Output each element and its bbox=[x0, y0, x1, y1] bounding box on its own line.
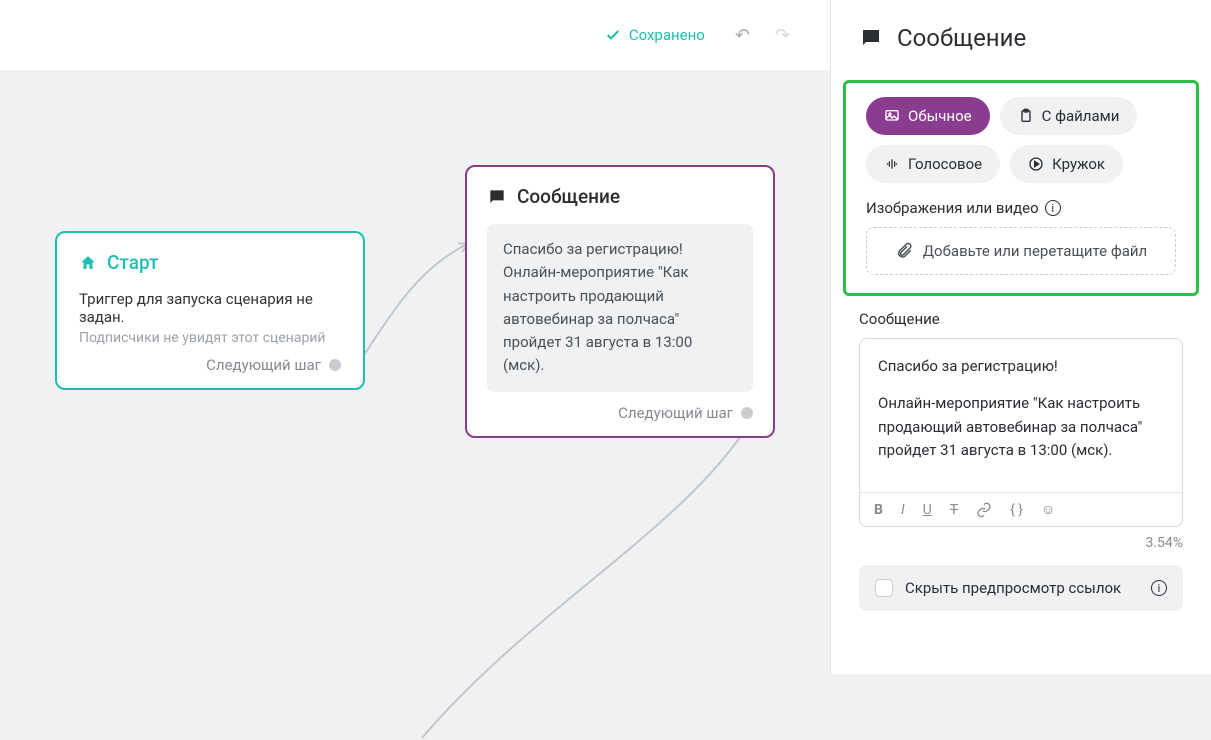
message-section-label: Сообщение bbox=[831, 310, 1211, 338]
dropzone-label: Добавьте или перетащите файл bbox=[923, 242, 1147, 260]
clipboard-icon bbox=[1018, 108, 1034, 124]
audio-icon bbox=[884, 156, 900, 172]
code-button[interactable]: { } bbox=[1010, 502, 1023, 518]
topbar: Сохранено ↶ ↷ bbox=[0, 0, 830, 70]
connector-dot-icon[interactable] bbox=[741, 407, 753, 419]
editor-content[interactable]: Спасибо за регистрацию! Онлайн-мероприят… bbox=[860, 339, 1182, 492]
start-desc-2: Подписчики не увидят этот сценарий bbox=[79, 330, 341, 346]
highlight-area: Обычное С файлами Голосовое Кружок Изобр… bbox=[843, 80, 1199, 296]
start-title: Старт bbox=[79, 251, 341, 274]
message-editor: Спасибо за регистрацию! Онлайн-мероприят… bbox=[859, 338, 1183, 527]
sidebar-panel: Сообщение Обычное С файлами Голосовое Кр… bbox=[830, 0, 1211, 674]
connector-line bbox=[360, 240, 480, 360]
message-title: Сообщение bbox=[487, 185, 753, 208]
editor-paragraph: Спасибо за регистрацию! bbox=[878, 355, 1164, 378]
strikethrough-button[interactable]: T bbox=[950, 502, 958, 518]
media-label: Изображения или видео i bbox=[866, 199, 1176, 217]
home-icon bbox=[79, 254, 97, 272]
attach-icon bbox=[895, 242, 913, 260]
chat-icon bbox=[859, 26, 883, 50]
message-next-step[interactable]: Следующий шаг bbox=[487, 404, 753, 422]
message-type-tabs: Обычное С файлами Голосовое Кружок bbox=[866, 97, 1176, 183]
sidebar-title-text: Сообщение bbox=[897, 24, 1026, 52]
connector-line-2 bbox=[420, 400, 770, 740]
tab-circle[interactable]: Кружок bbox=[1010, 145, 1123, 183]
tab-label: С файлами bbox=[1042, 107, 1120, 125]
tab-files[interactable]: С файлами bbox=[1000, 97, 1138, 135]
bold-button[interactable]: B bbox=[874, 502, 883, 518]
message-body: Спасибо за регистрацию! Онлайн-мероприят… bbox=[487, 224, 753, 392]
undo-redo-group: ↶ ↷ bbox=[735, 25, 790, 46]
chat-icon bbox=[487, 187, 507, 207]
char-percent: 3.54% bbox=[831, 527, 1211, 565]
flow-canvas[interactable]: Старт Триггер для запуска сценария не за… bbox=[0, 70, 830, 674]
saved-status: Сохранено bbox=[605, 26, 705, 44]
tab-label: Голосовое bbox=[908, 155, 982, 173]
hide-preview-checkbox[interactable] bbox=[875, 579, 893, 597]
hide-preview-row[interactable]: Скрыть предпросмотр ссылок i bbox=[859, 565, 1183, 611]
file-dropzone[interactable]: Добавьте или перетащите файл bbox=[866, 227, 1176, 275]
emoji-button[interactable]: ☺ bbox=[1041, 501, 1055, 518]
start-node[interactable]: Старт Триггер для запуска сценария не за… bbox=[55, 231, 365, 390]
connector-dot-icon[interactable] bbox=[329, 359, 341, 371]
redo-button[interactable]: ↷ bbox=[775, 25, 790, 46]
tab-label: Обычное bbox=[908, 107, 972, 125]
italic-button[interactable]: I bbox=[901, 502, 905, 518]
tab-voice[interactable]: Голосовое bbox=[866, 145, 1000, 183]
image-icon bbox=[884, 108, 900, 124]
info-icon[interactable]: i bbox=[1151, 580, 1167, 596]
editor-paragraph: Онлайн-мероприятие "Как настроить продаю… bbox=[878, 392, 1164, 462]
link-icon bbox=[976, 502, 992, 518]
sidebar-title: Сообщение bbox=[831, 0, 1211, 70]
editor-toolbar: B I U T { } ☺ bbox=[860, 492, 1182, 526]
next-step-label: Следующий шаг bbox=[206, 356, 321, 374]
undo-button[interactable]: ↶ bbox=[735, 25, 750, 46]
hide-preview-label: Скрыть предпросмотр ссылок bbox=[905, 579, 1121, 597]
play-icon bbox=[1028, 156, 1044, 172]
check-icon bbox=[605, 27, 621, 43]
start-desc-1: Триггер для запуска сценария не задан. bbox=[79, 290, 341, 326]
tab-regular[interactable]: Обычное bbox=[866, 97, 990, 135]
tab-label: Кружок bbox=[1052, 155, 1105, 173]
underline-button[interactable]: U bbox=[923, 502, 932, 518]
saved-label: Сохранено bbox=[629, 26, 705, 44]
start-title-text: Старт bbox=[107, 251, 158, 274]
message-node[interactable]: Сообщение Спасибо за регистрацию! Онлайн… bbox=[465, 165, 775, 438]
media-label-text: Изображения или видео bbox=[866, 199, 1039, 217]
link-button[interactable] bbox=[976, 502, 992, 518]
message-title-text: Сообщение bbox=[517, 185, 620, 208]
info-icon[interactable]: i bbox=[1045, 200, 1061, 216]
next-step-label: Следующий шаг bbox=[618, 404, 733, 422]
start-next-step[interactable]: Следующий шаг bbox=[79, 356, 341, 374]
